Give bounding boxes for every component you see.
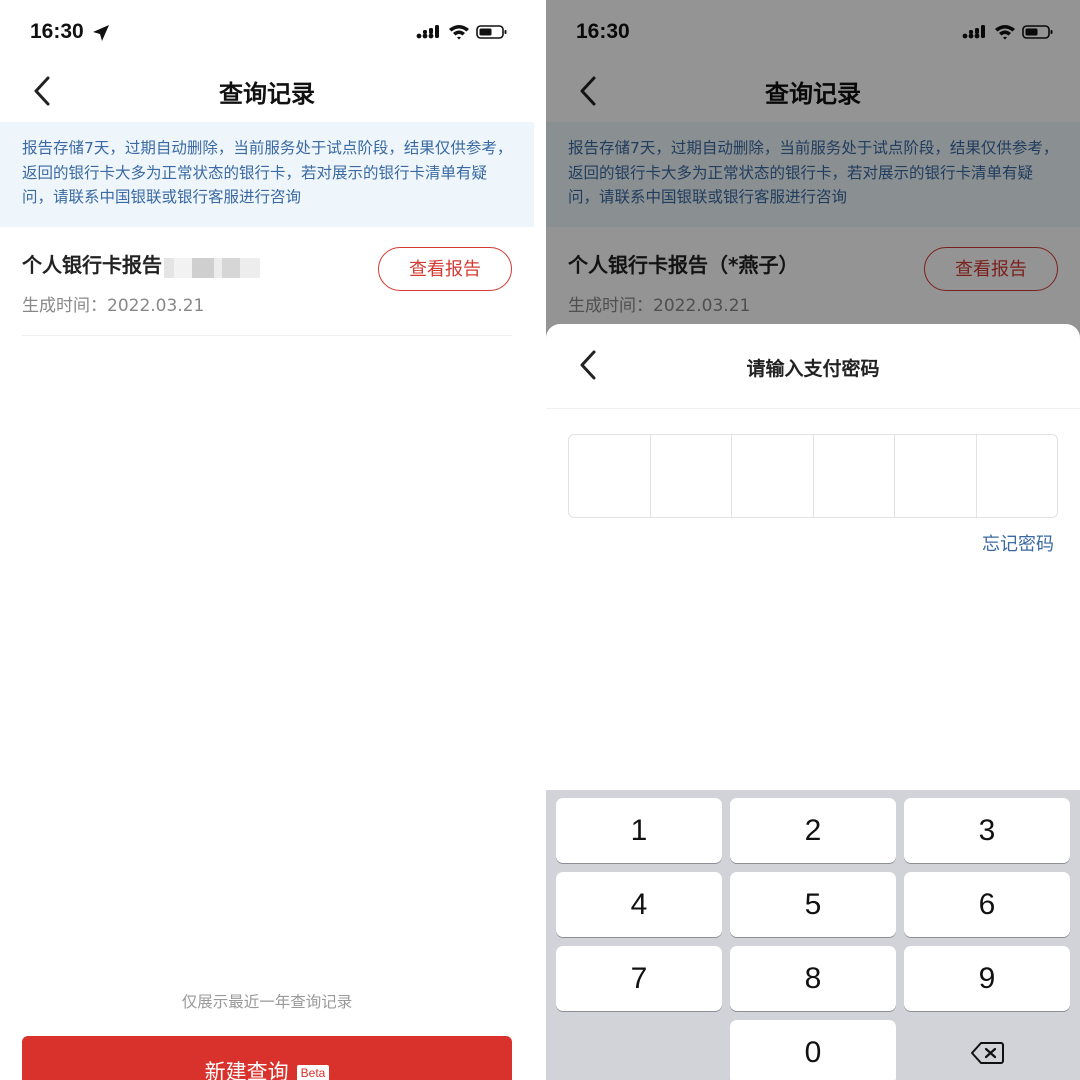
new-query-label: 新建查询 xyxy=(204,1060,289,1080)
pin-cell xyxy=(569,435,651,517)
notice-banner: 报告存储7天，过期自动删除，当前服务处于试点阶段，结果仅供参考，返回的银行卡大多… xyxy=(0,122,534,227)
battery-icon xyxy=(476,25,507,39)
history-footnote: 仅展示最近一年查询记录 xyxy=(181,993,353,1011)
key-0[interactable]: 0 xyxy=(730,1020,896,1080)
nav-bar: 查询记录 xyxy=(0,68,534,114)
view-report-button[interactable]: 查看报告 xyxy=(378,247,512,291)
pin-cell xyxy=(814,435,895,517)
pin-cell xyxy=(895,435,977,517)
key-9[interactable]: 9 xyxy=(904,946,1070,1011)
key-2[interactable]: 2 xyxy=(730,798,896,863)
sheet-header: 请输入支付密码 xyxy=(546,324,1080,409)
location-arrow-icon xyxy=(93,25,109,41)
backspace-icon xyxy=(971,1041,1004,1064)
left-screen: 16:30 查询记录 报告存储7天，过期自动删除，当前服务处于试点阶段，结果仅供… xyxy=(0,0,534,1080)
forgot-password-link[interactable]: 忘记密码 xyxy=(982,530,1054,556)
password-input[interactable] xyxy=(568,434,1058,518)
pin-cell xyxy=(732,435,814,517)
blurred-name xyxy=(164,255,260,279)
page-title: 查询记录 xyxy=(219,80,315,108)
key-4[interactable]: 4 xyxy=(556,872,722,937)
record-title: 个人银行卡报告 xyxy=(22,249,260,279)
pin-cell xyxy=(651,435,732,517)
key-3[interactable]: 3 xyxy=(904,798,1070,863)
right-screen: 16:30 查询记录 报告存储7天，过期自动删除，当前服务处于试点阶段，结果仅供… xyxy=(546,0,1080,1080)
key-5[interactable]: 5 xyxy=(730,872,896,937)
pin-cell xyxy=(977,435,1058,517)
wifi-icon xyxy=(449,25,469,40)
status-icons xyxy=(416,24,508,40)
new-query-button[interactable]: 新建查询 Beta xyxy=(22,1036,512,1080)
key-6[interactable]: 6 xyxy=(904,872,1070,937)
key-8[interactable]: 8 xyxy=(730,946,896,1011)
delete-key[interactable] xyxy=(904,1020,1070,1080)
divider xyxy=(22,335,512,336)
sheet-title: 请输入支付密码 xyxy=(746,358,880,380)
numeric-keypad: 1 2 3 4 5 6 7 8 9 0 xyxy=(546,790,1080,1080)
report-record: 个人银行卡报告 生成时间：2022.03.21 查看报告 xyxy=(0,228,534,336)
key-1[interactable]: 1 xyxy=(556,798,722,863)
record-title-text: 个人银行卡报告 xyxy=(22,253,162,277)
payment-password-sheet: 请输入支付密码 忘记密码 1 2 3 4 5 6 7 8 9 0 xyxy=(546,324,1080,1080)
status-time: 16:30 xyxy=(30,20,84,43)
beta-badge: Beta xyxy=(296,1065,330,1080)
status-bar: 16:30 xyxy=(0,0,534,68)
record-generated-time: 生成时间：2022.03.21 xyxy=(22,296,205,316)
key-7[interactable]: 7 xyxy=(556,946,722,1011)
cellular-signal-icon xyxy=(416,25,439,39)
